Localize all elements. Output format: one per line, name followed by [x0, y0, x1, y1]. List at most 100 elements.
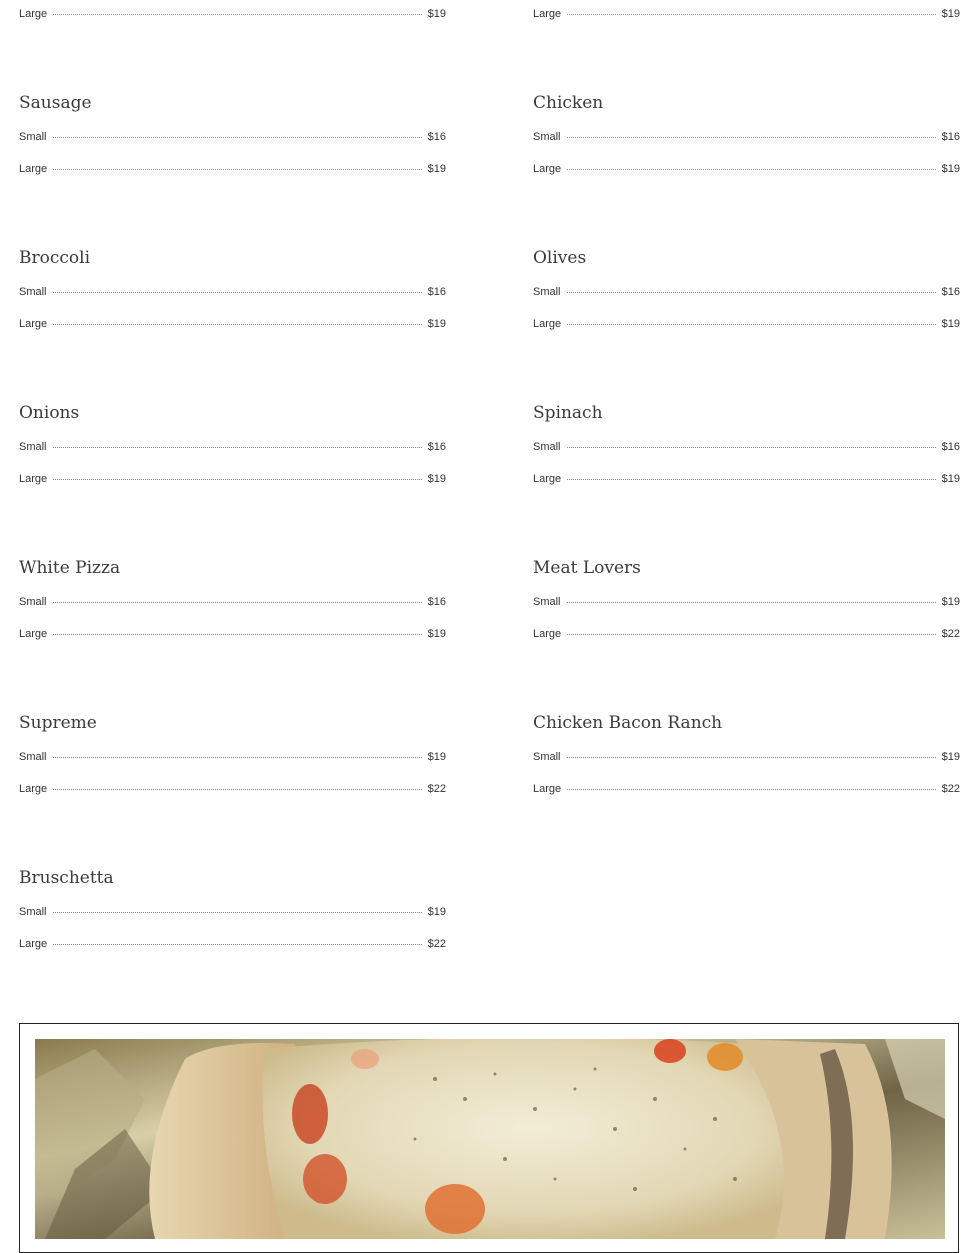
dot-leader — [567, 788, 936, 790]
dot-leader — [566, 291, 936, 293]
menu-item-spinach: Spinach Small $16 Large $19 — [533, 401, 960, 485]
price-line-large: Large $22 — [533, 628, 960, 644]
item-name: Broccoli — [19, 248, 91, 268]
price-line-large: Large $19 — [533, 473, 960, 489]
price-value: $16 — [941, 286, 960, 298]
dot-leader — [53, 943, 422, 945]
size-label: Small — [19, 751, 47, 763]
dot-leader — [566, 136, 936, 138]
menu-item-meat-lovers: Meat Lovers Small $19 Large $22 — [533, 556, 960, 640]
price-line-small: Small $16 — [19, 131, 446, 147]
item-name: Spinach — [533, 403, 603, 423]
dot-leader — [53, 633, 422, 635]
menu-item-supreme: Supreme Small $19 Large $22 — [19, 711, 446, 795]
menu-item-broccoli: Broccoli Small $16 Large $19 — [19, 246, 446, 330]
dot-leader — [567, 168, 936, 170]
dot-leader — [53, 788, 422, 790]
size-label: Large — [533, 473, 562, 485]
size-label: Small — [533, 286, 561, 298]
price-line-small: Small $16 — [19, 286, 446, 302]
menu-item-sausage: Sausage Small $16 Large $19 — [19, 91, 446, 175]
size-label: Large — [533, 163, 562, 175]
price-value: $19 — [941, 596, 960, 608]
price-value: $16 — [427, 286, 446, 298]
menu-item-bruschetta: Bruschetta Small $19 Large $22 — [19, 866, 446, 950]
dot-leader — [566, 756, 936, 758]
item-name: Meat Lovers — [533, 558, 641, 578]
price-value: $19 — [941, 473, 960, 485]
price-value: $16 — [941, 441, 960, 453]
price-line-small: Small $16 — [533, 286, 960, 302]
size-label: Small — [533, 596, 561, 608]
item-name: Bruschetta — [19, 868, 114, 888]
size-label: Large — [19, 938, 48, 950]
dot-leader — [567, 13, 936, 15]
size-label: Small — [19, 906, 47, 918]
price-value: $19 — [427, 628, 446, 640]
item-name: Olives — [533, 248, 587, 268]
price-line-small: Small $16 — [19, 596, 446, 612]
price-value: $22 — [941, 783, 960, 795]
price-line-large: Large $19 — [533, 163, 960, 179]
price-line-small: Small $19 — [19, 906, 446, 922]
item-name: Chicken — [533, 93, 604, 113]
dot-leader — [53, 478, 422, 480]
price-line-large: Large $22 — [19, 783, 446, 799]
price-line-small: Small $19 — [19, 751, 446, 767]
menu-item-onions: Onions Small $16 Large $19 — [19, 401, 446, 485]
price-value: $22 — [427, 783, 446, 795]
menu-item-chicken: Chicken Small $16 Large $19 — [533, 91, 960, 175]
dot-leader — [566, 601, 936, 603]
size-label: Large — [533, 8, 562, 20]
price-line-large: Large $19 — [19, 8, 446, 24]
dot-leader — [52, 136, 422, 138]
photo-frame — [19, 1023, 959, 1253]
price-value: $19 — [427, 318, 446, 330]
price-value: $16 — [427, 131, 446, 143]
price-line-large: Large $19 — [533, 8, 960, 24]
dot-leader — [53, 13, 422, 15]
size-label: Small — [19, 131, 47, 143]
size-label: Large — [533, 318, 562, 330]
size-label: Small — [19, 441, 47, 453]
item-name: Sausage — [19, 93, 92, 113]
size-label: Large — [19, 318, 48, 330]
dot-leader — [567, 323, 936, 325]
pizza-photo-illustration — [35, 1039, 945, 1239]
dot-leader — [52, 291, 422, 293]
dot-leader — [567, 633, 936, 635]
price-value: $22 — [941, 628, 960, 640]
size-label: Large — [19, 8, 48, 20]
price-value: $19 — [427, 473, 446, 485]
price-value: $19 — [941, 318, 960, 330]
price-value: $19 — [941, 163, 960, 175]
dot-leader — [566, 446, 936, 448]
size-label: Large — [19, 628, 48, 640]
size-label: Small — [533, 131, 561, 143]
price-value: $19 — [941, 751, 960, 763]
menu-item-olives: Olives Small $16 Large $19 — [533, 246, 960, 330]
size-label: Small — [533, 441, 561, 453]
price-value: $19 — [941, 8, 960, 20]
price-value: $19 — [427, 906, 446, 918]
dot-leader — [53, 168, 422, 170]
size-label: Large — [19, 163, 48, 175]
dot-leader — [53, 323, 422, 325]
item-name: Supreme — [19, 713, 97, 733]
price-line-large: Large $19 — [19, 628, 446, 644]
price-value: $19 — [427, 8, 446, 20]
dot-leader — [567, 478, 936, 480]
previous-items-row: Large $19 Large $19 — [0, 8, 965, 28]
size-label: Large — [19, 473, 48, 485]
price-value: $19 — [427, 751, 446, 763]
price-value: $22 — [427, 938, 446, 950]
item-name: Onions — [19, 403, 80, 423]
price-line-large: Large $19 — [19, 318, 446, 334]
size-label: Large — [19, 783, 48, 795]
price-line-small: Small $16 — [19, 441, 446, 457]
pizza-photo — [35, 1039, 945, 1239]
size-label: Large — [533, 628, 562, 640]
menu-item-white-pizza: White Pizza Small $16 Large $19 — [19, 556, 446, 640]
size-label: Small — [19, 596, 47, 608]
price-value: $16 — [941, 131, 960, 143]
